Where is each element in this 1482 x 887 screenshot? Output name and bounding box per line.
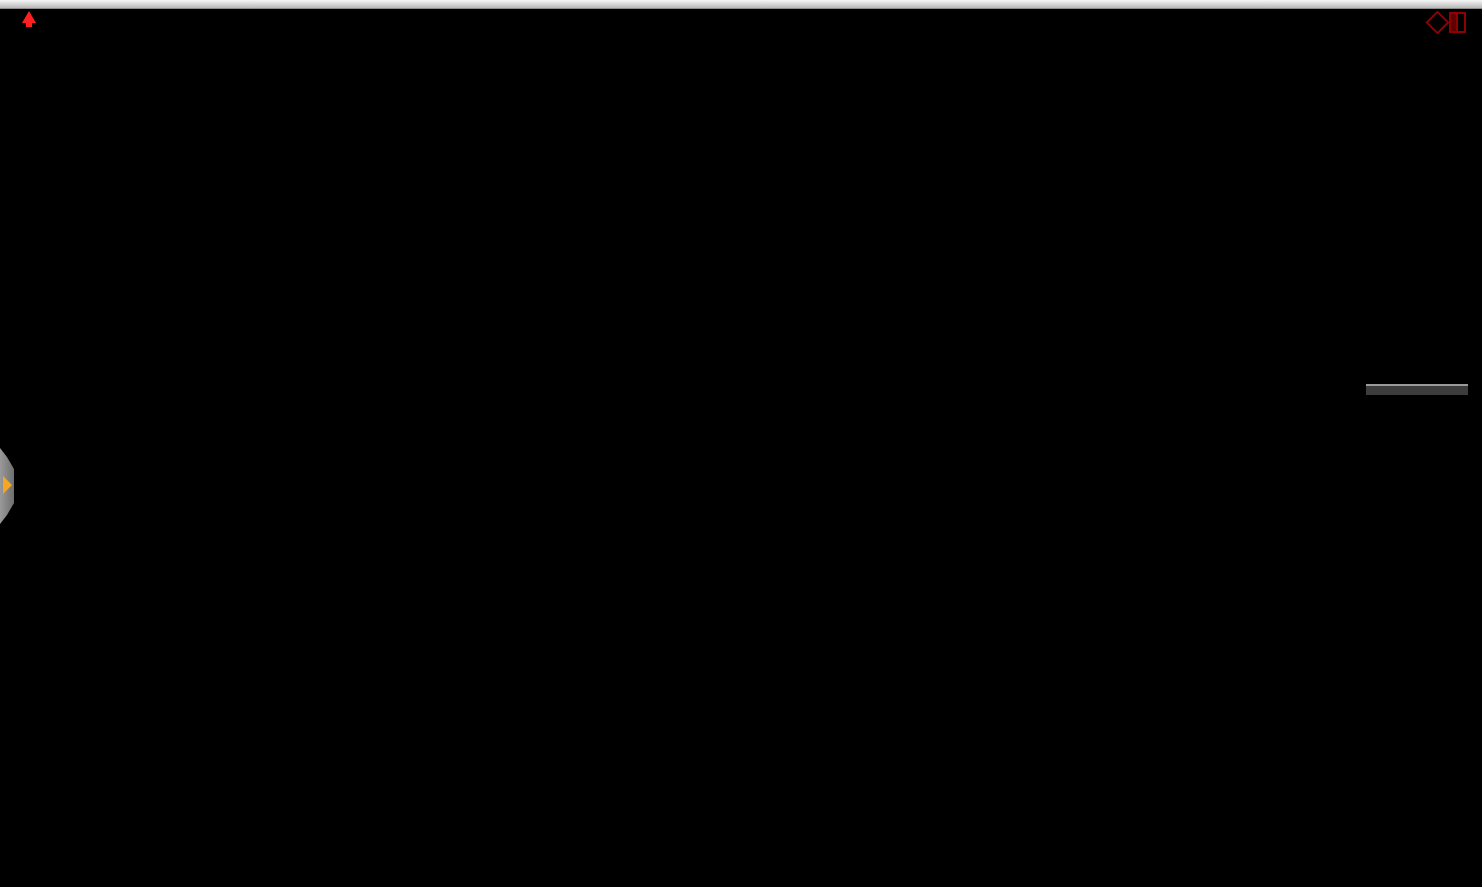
trendline-handle-bar[interactable] — [1366, 384, 1468, 395]
main-pane-header — [3, 11, 103, 23]
volume-pane-header — [3, 540, 33, 559]
up-arrow-icon — [22, 11, 36, 23]
split-window-icon-fill — [1451, 14, 1458, 31]
expand-right-icon — [3, 476, 12, 494]
chart-canvas[interactable] — [0, 0, 1482, 887]
kdj-pane-header — [3, 712, 43, 731]
split-window-icon[interactable] — [1449, 12, 1466, 33]
trading-app-window: { "window": { "strip_dividers": [545, 55… — [0, 0, 1482, 887]
